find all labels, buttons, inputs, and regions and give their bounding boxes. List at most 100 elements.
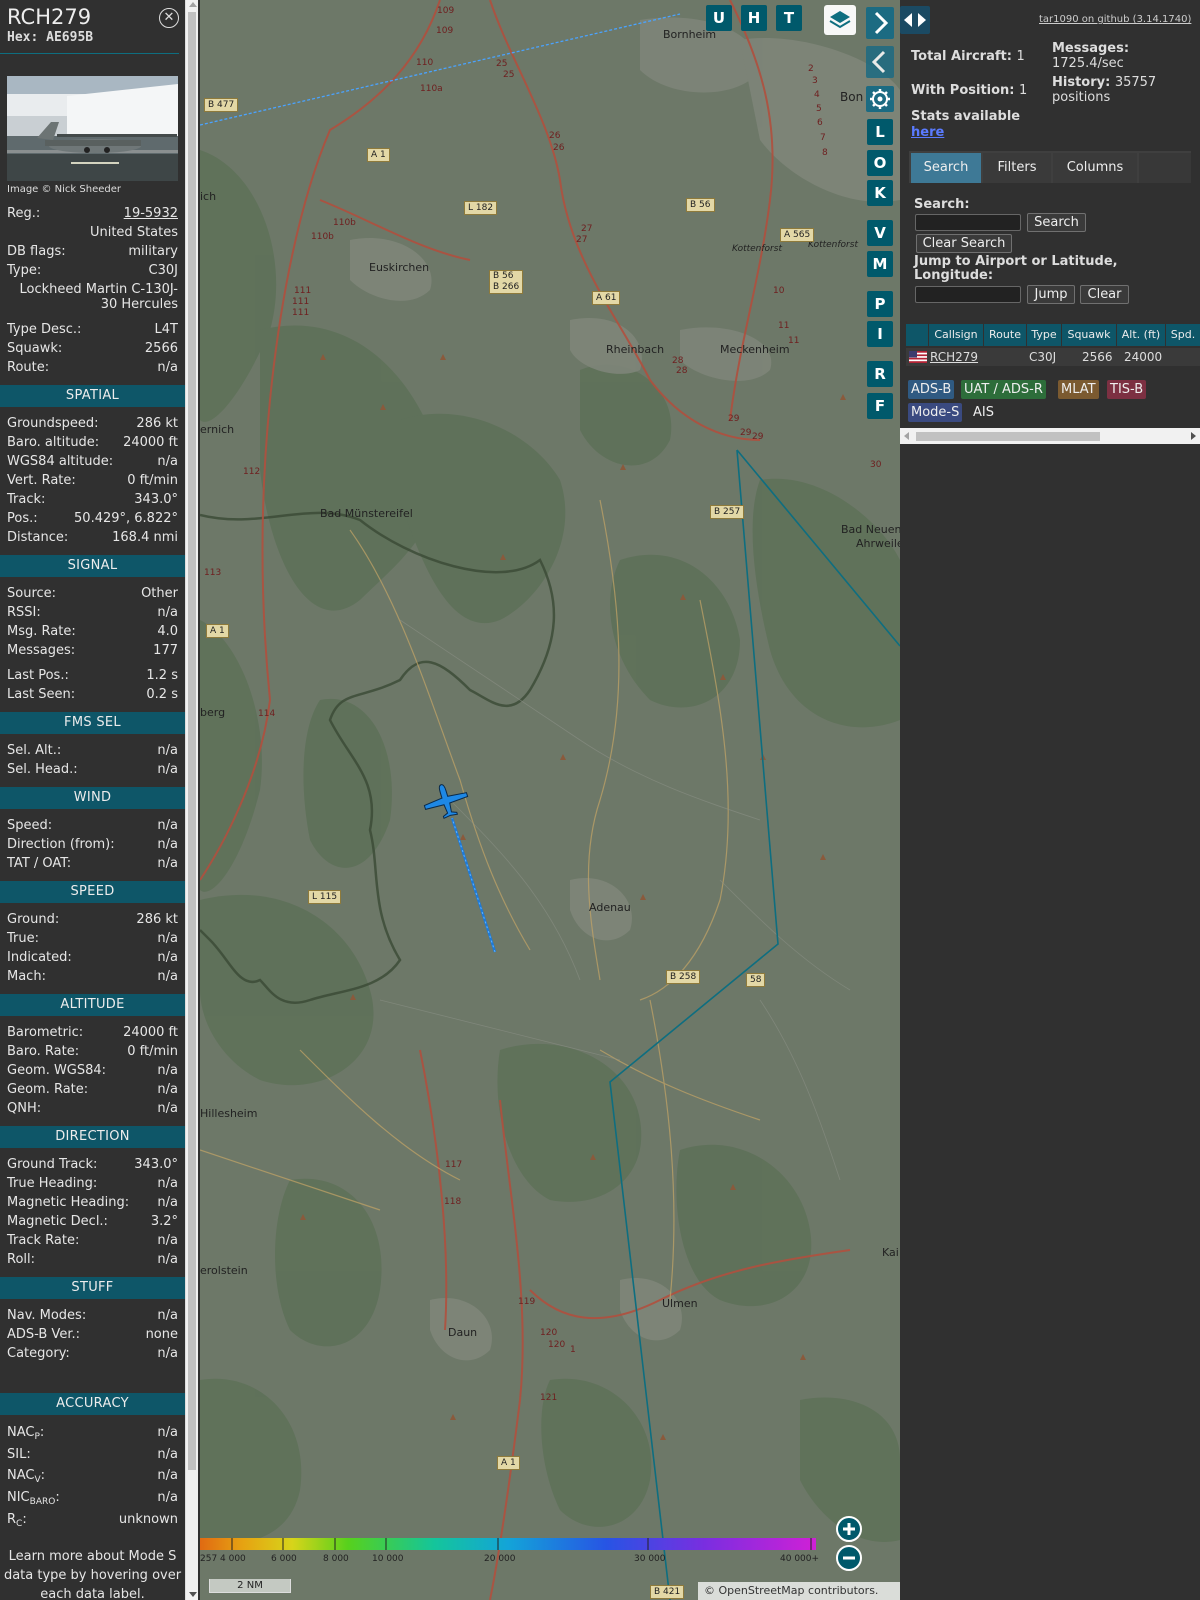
toggle-k-button[interactable]: K (867, 180, 893, 206)
msgrate-row: Msg. Rate: 4.0 (0, 622, 185, 641)
road-number: 28 (676, 366, 688, 376)
settings-button[interactable] (866, 86, 894, 112)
layers-button[interactable] (824, 5, 856, 35)
column-header-type[interactable]: Type (1027, 324, 1061, 346)
magdecl-label: Magnetic Decl.: (7, 1214, 108, 1229)
reg-link[interactable]: 19-5932 (124, 204, 178, 223)
source-value: Other (141, 586, 178, 601)
place-label: Kottenforst (732, 244, 782, 254)
search-input[interactable] (915, 214, 1021, 231)
tat-row: TAT / OAT: n/a (0, 854, 185, 873)
toggle-m-button[interactable]: M (867, 251, 893, 277)
groundtrack-label: Ground Track: (7, 1157, 98, 1172)
tab-blank[interactable] (1139, 153, 1191, 183)
toggle-v-button[interactable]: V (867, 220, 893, 246)
github-link[interactable]: tar1090 on github (3.14.1740) (1039, 14, 1191, 25)
tab-filters[interactable]: Filters (983, 153, 1051, 183)
road-number: 120 (548, 1340, 566, 1350)
zoom-out-button[interactable] (836, 1545, 862, 1571)
altitude-color-legend: 257 4 000 6 000 8 000 10 000 20 000 30 0… (200, 1538, 819, 1574)
road-number: 10 (773, 286, 785, 296)
search-button[interactable]: Search (1027, 213, 1086, 232)
tab-search[interactable]: Search (911, 153, 981, 183)
vertrate-row: Vert. Rate: 0 ft/min (0, 471, 185, 490)
aircraft-icon[interactable] (422, 782, 470, 820)
row-callsign[interactable]: RCH279 (930, 348, 978, 366)
road-number: 29 (728, 414, 740, 424)
chevron-left-icon (871, 50, 886, 74)
toggle-f-button[interactable]: F (867, 393, 893, 419)
toggle-h-button[interactable]: H (741, 5, 767, 31)
selected-hex: Hex: AE695B (7, 30, 94, 45)
column-header-alt[interactable]: Alt. (ft) (1117, 324, 1165, 346)
track-label: Track: (7, 492, 46, 507)
messages-label: Messages: (7, 643, 76, 658)
speed-true-row: True: n/a (0, 929, 185, 948)
road-number: 110a (420, 84, 443, 94)
nacv-label: NACV: (7, 1468, 46, 1485)
table-horizontal-scrollbar[interactable] (900, 428, 1200, 444)
column-header-flag[interactable] (906, 324, 928, 346)
row-type: C30J (1029, 350, 1057, 364)
place-label: ernich (200, 423, 235, 436)
lastseen-value: 0.2 s (146, 687, 178, 702)
infoblock-scrollbar[interactable] (185, 0, 198, 1600)
map-view[interactable]: Bornheim Bon Euskirchen Rheinbach Mecken… (200, 0, 900, 1600)
dbflags-value: military (128, 244, 178, 259)
scroll-up-icon[interactable] (189, 2, 197, 7)
zoom-in-button[interactable] (836, 1516, 862, 1542)
column-header-speed[interactable]: Spd. (1166, 324, 1200, 346)
toggle-l-button[interactable]: L (867, 119, 893, 145)
jump-button[interactable]: Jump (1027, 285, 1075, 304)
speed-ground-row: Ground: 286 kt (0, 910, 185, 929)
selhead-value: n/a (157, 762, 178, 777)
toggle-o-button[interactable]: O (867, 150, 893, 176)
speed-mach-value: n/a (157, 969, 178, 984)
wgs84-value: n/a (157, 454, 178, 469)
row-squawk: 2566 (1082, 350, 1113, 364)
toggle-p-button[interactable]: P (867, 291, 893, 317)
legend-uat: UAT / ADS-R (961, 380, 1046, 399)
nacv-value: n/a (157, 1468, 178, 1483)
alt-tick-label: 4 000 (220, 1554, 246, 1564)
minus-icon (843, 1556, 855, 1560)
alt-barorate-row: Baro. Rate: 0 ft/min (0, 1042, 185, 1061)
stats-available-label: Stats available (911, 109, 1021, 124)
close-icon[interactable]: ✕ (159, 8, 179, 28)
with-position: With Position: 1 (911, 83, 1028, 98)
road-number: 6 (817, 118, 823, 128)
toggle-i-button[interactable]: I (867, 321, 893, 347)
scroll-down-icon[interactable] (189, 1592, 197, 1597)
column-header-callsign[interactable]: Callsign (929, 324, 983, 346)
expand-sidebar-button[interactable] (900, 6, 930, 34)
sil-value: n/a (157, 1447, 178, 1462)
toggle-r-button[interactable]: R (867, 361, 893, 387)
clear-search-button[interactable]: Clear Search (916, 234, 1012, 253)
scrollbar-thumb[interactable] (916, 432, 1100, 441)
road-number: 110b (311, 232, 334, 242)
toggle-u-button[interactable]: U (706, 5, 732, 31)
clear-button[interactable]: Clear (1080, 285, 1129, 304)
stats-link[interactable]: here (911, 125, 944, 140)
tab-columns[interactable]: Columns (1053, 153, 1137, 183)
baroalt-label: Baro. altitude: (7, 435, 100, 450)
next-aircraft-button[interactable] (866, 7, 894, 39)
prev-aircraft-button[interactable] (866, 46, 894, 78)
column-header-route[interactable]: Route (984, 324, 1026, 346)
scrollbar-thumb[interactable] (188, 12, 196, 1470)
speed-true-label: True: (7, 931, 39, 946)
jump-input[interactable] (915, 286, 1021, 303)
altitude-gradient (200, 1538, 816, 1550)
adsbver-label: ADS-B Ver.: (7, 1327, 80, 1342)
rssi-label: RSSI: (7, 605, 41, 620)
rc-label: RC: (7, 1512, 27, 1529)
section-altitude: ALTITUDE (0, 994, 185, 1016)
selected-header: RCH279 Hex: AE695B (0, 0, 179, 54)
toggle-t-button[interactable]: T (776, 5, 802, 31)
column-header-squawk[interactable]: Squawk (1062, 324, 1116, 346)
road-shield: B 477 (204, 98, 239, 112)
section-stuff: STUFF (0, 1277, 185, 1299)
aircraft-photo[interactable] (7, 76, 178, 181)
rssi-value: n/a (157, 605, 178, 620)
osm-link[interactable]: OpenStreetMap (719, 1584, 805, 1597)
